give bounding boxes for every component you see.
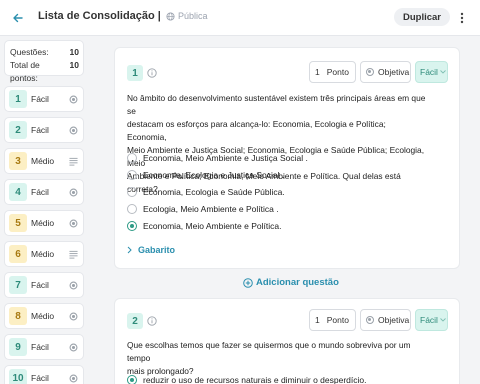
difficulty-label: Fácil — [31, 187, 49, 197]
radio-button[interactable] — [127, 204, 137, 214]
difficulty-select[interactable]: Fácil — [415, 309, 448, 331]
answer-option[interactable]: Economia, Ecologia e Saúde Pública. — [127, 185, 285, 199]
plus-circle-icon — [243, 277, 253, 288]
difficulty-label: Médio — [31, 311, 55, 321]
difficulty-label: Médio — [31, 156, 55, 166]
difficulty-label: Fácil — [31, 342, 49, 352]
radio-button-checked[interactable] — [127, 221, 137, 231]
sidebar-question-item[interactable]: 2 Fácil — [4, 117, 84, 143]
text-lines-icon — [69, 250, 78, 259]
answer-option[interactable]: Economia, Ecologia e Justiça Social . — [127, 168, 284, 182]
question-number-badge: 1 — [9, 90, 27, 108]
question-sidebar: Questões: 10 Total de pontos: 10 1 Fácil 2… — [4, 40, 84, 384]
add-question-button[interactable]: Adicionar questão — [243, 277, 339, 288]
page-title: Lista de Consolidação | Con... — [38, 10, 160, 22]
answer-option-selected[interactable]: reduzir o uso de recursos naturais e dim… — [127, 373, 366, 384]
question-number-badge: 3 — [9, 152, 27, 170]
question-number-badge: 5 — [9, 214, 27, 232]
difficulty-select[interactable]: Fácil — [415, 61, 448, 83]
objective-type-icon — [69, 281, 78, 290]
sidebar-question-item[interactable]: 4 Fácil — [4, 179, 84, 205]
more-options-button[interactable] — [455, 9, 469, 27]
sidebar-question-item[interactable]: 8 Médio — [4, 303, 84, 329]
stats-box: Questões: 10 Total de pontos: 10 — [4, 40, 84, 83]
difficulty-label: Fácil — [31, 125, 49, 135]
question-number-badge: 2 — [9, 121, 27, 139]
question-number-badge: 4 — [9, 183, 27, 201]
chevron-down-icon — [440, 70, 446, 74]
visibility-status[interactable]: Pública — [166, 11, 208, 21]
visibility-label: Pública — [178, 11, 208, 21]
objective-type-icon — [69, 188, 78, 197]
objective-type-icon — [69, 343, 78, 352]
question-card-1: 1 1 Ponto Objetiva Fácil No âmbito do de… — [114, 47, 460, 269]
objective-type-icon — [69, 95, 78, 104]
arrow-left-icon — [13, 13, 23, 23]
info-icon[interactable] — [147, 316, 157, 326]
points-field[interactable]: 1 Ponto — [309, 61, 356, 83]
stat-total-points: Total de pontos: 10 — [10, 60, 79, 83]
question-number: 2 — [127, 313, 143, 329]
radio-button[interactable] — [127, 153, 137, 163]
objective-type-icon — [69, 126, 78, 135]
question-number-badge: 10 — [9, 369, 27, 384]
objective-type-icon — [69, 219, 78, 228]
difficulty-label: Fácil — [31, 373, 49, 383]
sidebar-question-item[interactable]: 10 Fácil — [4, 365, 84, 384]
sidebar-question-item[interactable]: 6 Médio — [4, 241, 84, 267]
difficulty-label: Fácil — [31, 280, 49, 290]
objective-type-icon — [366, 68, 374, 76]
question-number-badge: 6 — [9, 245, 27, 263]
sidebar-question-item[interactable]: 1 Fácil — [4, 86, 84, 112]
globe-icon — [166, 11, 175, 21]
difficulty-label: Médio — [31, 218, 55, 228]
answer-option[interactable]: Ecologia, Meio Ambiente e Política . — [127, 202, 279, 216]
sidebar-question-item[interactable]: 7 Fácil — [4, 272, 84, 298]
chevron-right-icon — [127, 246, 132, 254]
info-icon[interactable] — [147, 68, 157, 78]
objective-type-icon — [69, 374, 78, 383]
question-number-badge: 7 — [9, 276, 27, 294]
objective-type-icon — [69, 312, 78, 321]
radio-button[interactable] — [127, 170, 137, 180]
sidebar-question-item[interactable]: 3 Médio — [4, 148, 84, 174]
back-button[interactable] — [8, 8, 28, 28]
text-lines-icon — [69, 157, 78, 166]
question-number: 1 — [127, 65, 143, 81]
kebab-menu-icon — [460, 12, 464, 24]
app-header: Lista de Consolidação | Con... Pública D… — [0, 0, 480, 36]
objective-type-icon — [366, 316, 374, 324]
question-type-selector[interactable]: Objetiva — [360, 61, 411, 83]
radio-button[interactable] — [127, 187, 137, 197]
stat-questions: Questões: 10 — [10, 47, 79, 57]
sidebar-question-item[interactable]: 5 Médio — [4, 210, 84, 236]
answer-key-toggle[interactable]: Gabarito — [127, 245, 175, 255]
question-number-badge: 8 — [9, 307, 27, 325]
question-card-2: 2 1 Ponto Objetiva Fácil Que escolhas te… — [114, 298, 460, 384]
points-field[interactable]: 1 Ponto — [309, 309, 356, 331]
duplicate-button[interactable]: Duplicar — [394, 8, 451, 26]
radio-button-checked[interactable] — [127, 375, 137, 384]
answer-option-selected[interactable]: Economia, Meio Ambiente e Política. — [127, 219, 281, 233]
difficulty-label: Médio — [31, 249, 55, 259]
difficulty-label: Fácil — [31, 94, 49, 104]
sidebar-question-item[interactable]: 9 Fácil — [4, 334, 84, 360]
question-type-selector[interactable]: Objetiva — [360, 309, 411, 331]
chevron-down-icon — [440, 318, 446, 322]
answer-option[interactable]: Economia, Meio Ambiente e Justiça Social… — [127, 151, 308, 165]
question-list: 1 Fácil 2 Fácil 3 Médio 4 Fácil 5 Médio 6 Médio 7 Fác… — [4, 86, 84, 384]
question-number-badge: 9 — [9, 338, 27, 356]
